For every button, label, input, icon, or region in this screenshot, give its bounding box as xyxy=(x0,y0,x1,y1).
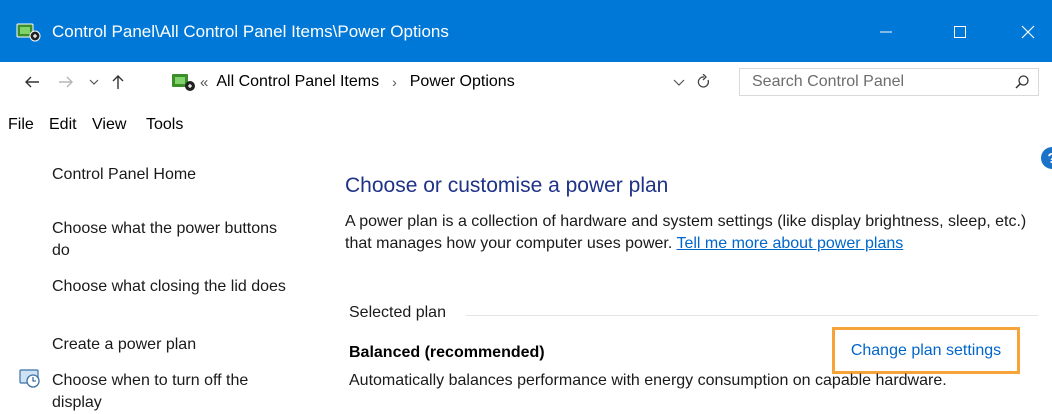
maximize-button[interactable] xyxy=(936,12,984,52)
up-arrow-icon xyxy=(112,75,124,89)
window-title: Control Panel\All Control Panel Items\Po… xyxy=(52,22,449,41)
chevron-down-icon xyxy=(89,79,99,85)
address-overflow-chevron[interactable]: « xyxy=(200,74,208,91)
forward-arrow-icon xyxy=(59,76,73,88)
refresh-icon xyxy=(697,74,710,88)
menu-file[interactable]: File xyxy=(8,116,34,134)
menu-bar: File Edit View Tools xyxy=(0,110,1052,138)
sidebar-item-control-panel-home[interactable]: Control Panel Home xyxy=(52,164,292,186)
learn-more-link[interactable]: Tell me more about power plans xyxy=(676,235,903,252)
sidebar-item-power-buttons[interactable]: Choose what the power buttons do xyxy=(52,218,292,262)
breadcrumb-power-options[interactable]: Power Options xyxy=(410,73,515,91)
search-box[interactable] xyxy=(739,68,1039,96)
refresh-button[interactable] xyxy=(695,72,713,92)
sidebar-item-create-power-plan[interactable]: Create a power plan xyxy=(52,334,292,356)
minimize-button[interactable] xyxy=(862,12,910,52)
close-icon xyxy=(1021,25,1035,39)
page-description: A power plan is a collection of hardware… xyxy=(345,211,1035,255)
breadcrumb-separator[interactable]: › xyxy=(392,74,397,90)
selected-plan-label: Selected plan xyxy=(349,304,446,321)
page-title: Choose or customise a power plan xyxy=(345,174,669,197)
search-icon[interactable] xyxy=(1014,74,1030,90)
power-options-icon xyxy=(16,23,41,42)
sidebar-item-closing-lid[interactable]: Choose what closing the lid does xyxy=(52,276,292,298)
help-icon[interactable]: ? xyxy=(1040,146,1052,170)
maximize-icon xyxy=(954,26,966,38)
back-arrow-icon xyxy=(25,76,39,88)
plan-description: Automatically balances performance with … xyxy=(349,372,947,389)
menu-edit[interactable]: Edit xyxy=(49,116,77,134)
recent-locations-button[interactable] xyxy=(86,68,102,96)
up-button[interactable] xyxy=(106,68,130,96)
forward-button[interactable] xyxy=(54,68,78,96)
search-input[interactable] xyxy=(740,69,1002,95)
svg-text:?: ? xyxy=(1047,150,1052,167)
breadcrumb-all-control-panel-items[interactable]: All Control Panel Items xyxy=(216,73,379,91)
address-dropdown-icon[interactable] xyxy=(672,76,686,90)
sidebar: Control Panel Home Choose what the power… xyxy=(0,140,310,411)
power-options-icon xyxy=(172,74,195,91)
section-divider xyxy=(466,315,1038,316)
sidebar-item-turn-off-display[interactable]: Choose when to turn off the display xyxy=(52,370,292,414)
change-plan-settings-link[interactable]: Change plan settings xyxy=(832,327,1020,374)
address-bar[interactable]: « All Control Panel Items › Power Option… xyxy=(166,69,726,95)
minimize-icon xyxy=(880,31,892,33)
menu-tools[interactable]: Tools xyxy=(146,116,183,134)
menu-view[interactable]: View xyxy=(92,116,126,134)
back-button[interactable] xyxy=(20,68,44,96)
address-row: « All Control Panel Items › Power Option… xyxy=(0,62,1052,102)
plan-name: Balanced (recommended) xyxy=(349,344,545,361)
close-button[interactable] xyxy=(1004,12,1052,52)
title-bar: Control Panel\All Control Panel Items\Po… xyxy=(0,0,1052,62)
display-timer-icon xyxy=(19,369,40,388)
